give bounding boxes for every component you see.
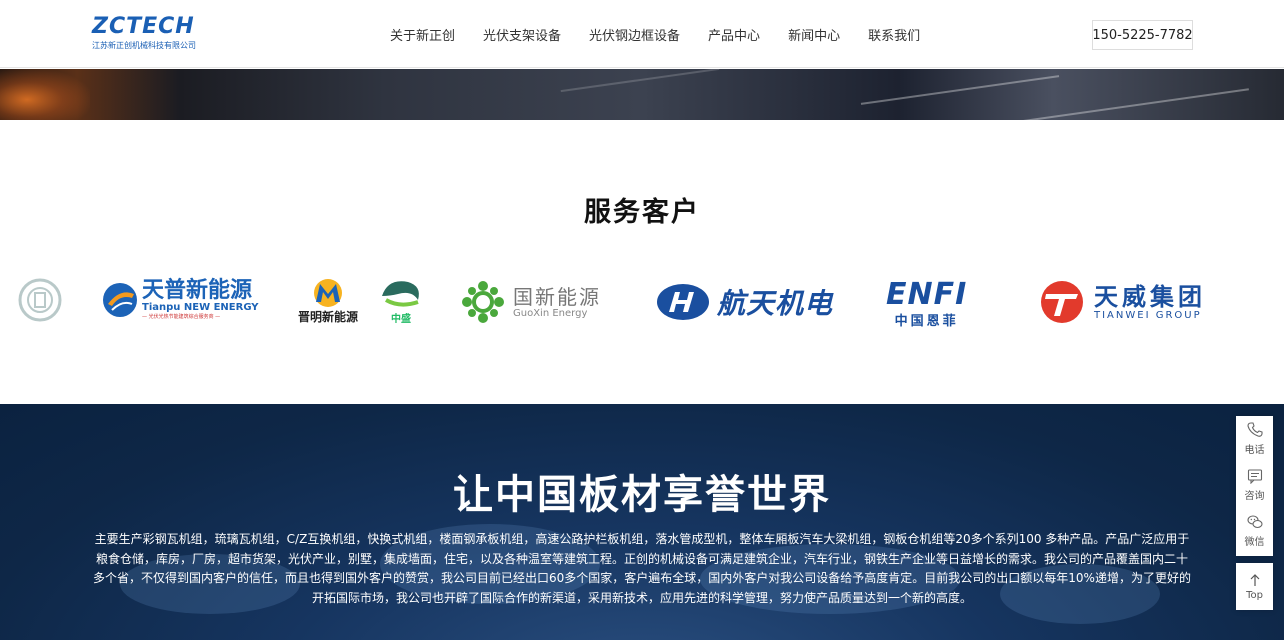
nav-item-pv-bracket[interactable]: 光伏支架设备: [483, 25, 561, 44]
banner-glow: [0, 69, 90, 120]
tianwei-name-en: TIANWEI GROUP: [1094, 309, 1202, 321]
hero-banner-image: [0, 69, 1284, 120]
nav-item-products[interactable]: 产品中心: [708, 25, 760, 44]
logo-wordmark: ZCTECH: [92, 14, 195, 39]
phone-icon: [1246, 422, 1263, 437]
client-logo-tianwei: 天威集团 TIANWEI GROUP: [1036, 280, 1206, 324]
nav-item-news[interactable]: 新闻中心: [788, 25, 840, 44]
enfi-name-cn: 中国恩菲: [894, 314, 959, 329]
tianwei-emblem-icon: [1041, 281, 1083, 323]
side-wechat-label: 微信: [1244, 537, 1265, 548]
client-logo-partial: [18, 278, 62, 322]
banner-streak: [1011, 88, 1249, 120]
guoxin-name-cn: 国新能源: [513, 284, 601, 309]
tianwei-name-cn: 天威集团: [1094, 282, 1206, 311]
tianpu-name-en: Tianpu NEW ENERGY: [142, 302, 259, 313]
site-header: ZCTECH 江苏新正创机械科技有限公司 关于新正创 光伏支架设备 光伏钢边框设…: [0, 0, 1284, 68]
zhongsheng-leaf-icon: [382, 281, 419, 307]
client-logo-carousel: 天普新能源 Tianpu NEW ENERGY — 光伏光热节能建筑综合服务商 …: [0, 268, 1284, 338]
arrow-up-icon: [1250, 573, 1259, 586]
client-logo-enfi: ENFI 中国恩菲: [886, 277, 968, 330]
tianpu-tagline: — 光伏光热节能建筑综合服务商 —: [142, 314, 221, 320]
nav-item-contact[interactable]: 联系我们: [868, 25, 920, 44]
site-logo[interactable]: ZCTECH 江苏新正创机械科技有限公司: [92, 16, 202, 51]
client-logo-jinming: 晋明新能源: [298, 278, 358, 325]
client-logo-tianpu: 天普新能源 Tianpu NEW ENERGY — 光伏光热节能建筑综合服务商 …: [102, 280, 259, 320]
zhongsheng-name: 中盛: [391, 314, 411, 325]
wechat-icon: [1246, 515, 1263, 529]
banner-streak: [860, 75, 1060, 105]
tianpu-name-cn: 天普新能源: [142, 278, 253, 303]
side-consult-label: 咨询: [1244, 491, 1265, 502]
hangtian-h-icon: [657, 284, 709, 320]
enfi-name-en: ENFI: [886, 277, 968, 312]
banner-streak: [560, 69, 720, 93]
client-logo-hangtian: 航天机电: [655, 282, 833, 322]
mission-section: 让中国板材享誉世界 主要生产彩钢瓦机组，琉璃瓦机组，C/Z互换机组，快换式机组，…: [0, 404, 1284, 640]
tianpu-emblem-icon: [103, 283, 137, 317]
nav-item-about[interactable]: 关于新正创: [390, 25, 455, 44]
mission-title: 让中国板材享誉世界: [453, 472, 831, 518]
side-consult-button[interactable]: 咨询: [1236, 462, 1273, 508]
header-phone[interactable]: 150-5225-7782: [1092, 20, 1193, 50]
guoxin-name-en: GuoXin Energy: [513, 307, 588, 319]
side-phone-label: 电话: [1244, 445, 1265, 456]
client-logo-zhongsheng: 中盛: [378, 278, 424, 325]
partial-seal-icon: [18, 278, 62, 322]
logo-company-name: 江苏新正创机械科技有限公司: [92, 41, 196, 50]
main-nav: 关于新正创 光伏支架设备 光伏钢边框设备 产品中心 新闻中心 联系我们: [376, 0, 934, 68]
nav-item-pv-frame[interactable]: 光伏钢边框设备: [589, 25, 680, 44]
hangtian-name: 航天机电: [717, 287, 834, 320]
side-phone-button[interactable]: 电话: [1236, 416, 1273, 462]
floating-contact-bar: 电话 咨询 微信: [1236, 416, 1273, 556]
back-to-top-button[interactable]: Top: [1236, 563, 1273, 610]
back-to-top-label: Top: [1246, 589, 1263, 601]
side-wechat-button[interactable]: 微信: [1236, 508, 1273, 554]
chat-icon: [1247, 469, 1262, 484]
jinming-name: 晋明新能源: [298, 310, 359, 324]
clients-section-title: 服务客户: [584, 197, 700, 228]
client-logo-guoxin: 国新能源 GuoXin Energy: [461, 280, 601, 324]
guoxin-gear-icon: [462, 281, 504, 323]
mission-description: 主要生产彩钢瓦机组，琉璃瓦机组，C/Z互换机组，快换式机组，楼面钢承板机组，高速…: [93, 532, 1191, 605]
jinming-m-icon: [314, 279, 342, 307]
